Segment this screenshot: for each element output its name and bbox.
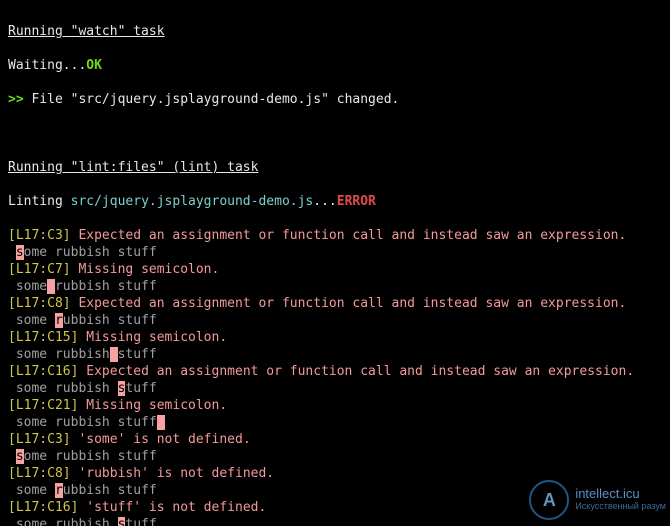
- task-lint-title: Running "lint:files" (lint) task: [8, 160, 258, 175]
- error-highlight-char: r: [55, 483, 63, 498]
- linting-dots: ...: [313, 194, 336, 209]
- error-location: [L17:C3]: [8, 228, 78, 243]
- error-list: [L17:C3] Expected an assignment or funct…: [8, 227, 662, 526]
- error-location: [L17:C7]: [8, 262, 78, 277]
- changed-file: src/jquery.jsplayground-demo.js: [78, 92, 321, 107]
- error-message-line: [L17:C16] 'stuff' is not defined.: [8, 499, 662, 516]
- error-location: [L17:C16]: [8, 364, 86, 379]
- ok-text: OK: [86, 58, 102, 73]
- error-code-line: some rubbish stuff: [8, 346, 662, 363]
- arrows-prefix: >>: [8, 92, 31, 107]
- error-highlight-char: [110, 347, 118, 362]
- error-highlight-char: s: [16, 245, 24, 260]
- error-message-line: [L17:C16] Expected an assignment or func…: [8, 363, 662, 380]
- error-highlight-char: r: [55, 313, 63, 328]
- blank-line: [8, 125, 662, 142]
- terminal-output: Running "watch" task Waiting...OK >> Fil…: [0, 0, 670, 526]
- error-location: [L17:C3]: [8, 432, 78, 447]
- waiting-line: Waiting...OK: [8, 57, 662, 74]
- error-message: Expected an assignment or function call …: [86, 364, 634, 379]
- file-changed-line: >> File "src/jquery.jsplayground-demo.js…: [8, 91, 662, 108]
- error-location: [L17:C15]: [8, 330, 86, 345]
- error-message: Missing semicolon.: [86, 330, 227, 345]
- error-code-line: some rubbish stuff: [8, 278, 662, 295]
- error-message-line: [L17:C3] Expected an assignment or funct…: [8, 227, 662, 244]
- error-message-line: [L17:C21] Missing semicolon.: [8, 397, 662, 414]
- changed-prefix: File ": [31, 92, 78, 107]
- error-message-line: [L17:C7] Missing semicolon.: [8, 261, 662, 278]
- error-message-line: [L17:C8] Expected an assignment or funct…: [8, 295, 662, 312]
- error-message: Missing semicolon.: [78, 262, 219, 277]
- linting-error: ERROR: [337, 194, 376, 209]
- error-code-line: some rubbish stuff: [8, 448, 662, 465]
- error-location: [L17:C16]: [8, 500, 86, 515]
- task-watch-title: Running "watch" task: [8, 24, 165, 39]
- error-message: Expected an assignment or function call …: [78, 228, 626, 243]
- error-highlight-char: s: [16, 449, 24, 464]
- error-highlight-char: s: [118, 517, 126, 526]
- error-code-line: some rubbish stuff: [8, 516, 662, 526]
- error-message: 'rubbish' is not defined.: [78, 466, 274, 481]
- error-highlight-char: [157, 415, 165, 430]
- error-highlight-char: s: [118, 381, 126, 396]
- error-highlight-char: [47, 279, 55, 294]
- error-location: [L17:C8]: [8, 466, 78, 481]
- waiting-text: Waiting...: [8, 58, 86, 73]
- error-code-line: some rubbish stuff: [8, 244, 662, 261]
- error-message: 'stuff' is not defined.: [86, 500, 266, 515]
- error-location: [L17:C8]: [8, 296, 78, 311]
- error-message: 'some' is not defined.: [78, 432, 250, 447]
- task-header-watch: Running "watch" task: [8, 23, 662, 40]
- error-code-line: some rubbish stuff: [8, 380, 662, 397]
- error-code-line: some rubbish stuff: [8, 312, 662, 329]
- error-code-line: some rubbish stuff: [8, 482, 662, 499]
- changed-suffix: " changed.: [321, 92, 399, 107]
- error-message-line: [L17:C8] 'rubbish' is not defined.: [8, 465, 662, 482]
- error-message: Missing semicolon.: [86, 398, 227, 413]
- error-location: [L17:C21]: [8, 398, 86, 413]
- error-message: Expected an assignment or function call …: [78, 296, 626, 311]
- error-message-line: [L17:C15] Missing semicolon.: [8, 329, 662, 346]
- linting-file: src/jquery.jsplayground-demo.js: [71, 194, 314, 209]
- task-header-lint: Running "lint:files" (lint) task: [8, 159, 662, 176]
- linting-line: Linting src/jquery.jsplayground-demo.js.…: [8, 193, 662, 210]
- error-code-line: some rubbish stuff: [8, 414, 662, 431]
- error-message-line: [L17:C3] 'some' is not defined.: [8, 431, 662, 448]
- linting-prefix: Linting: [8, 194, 71, 209]
